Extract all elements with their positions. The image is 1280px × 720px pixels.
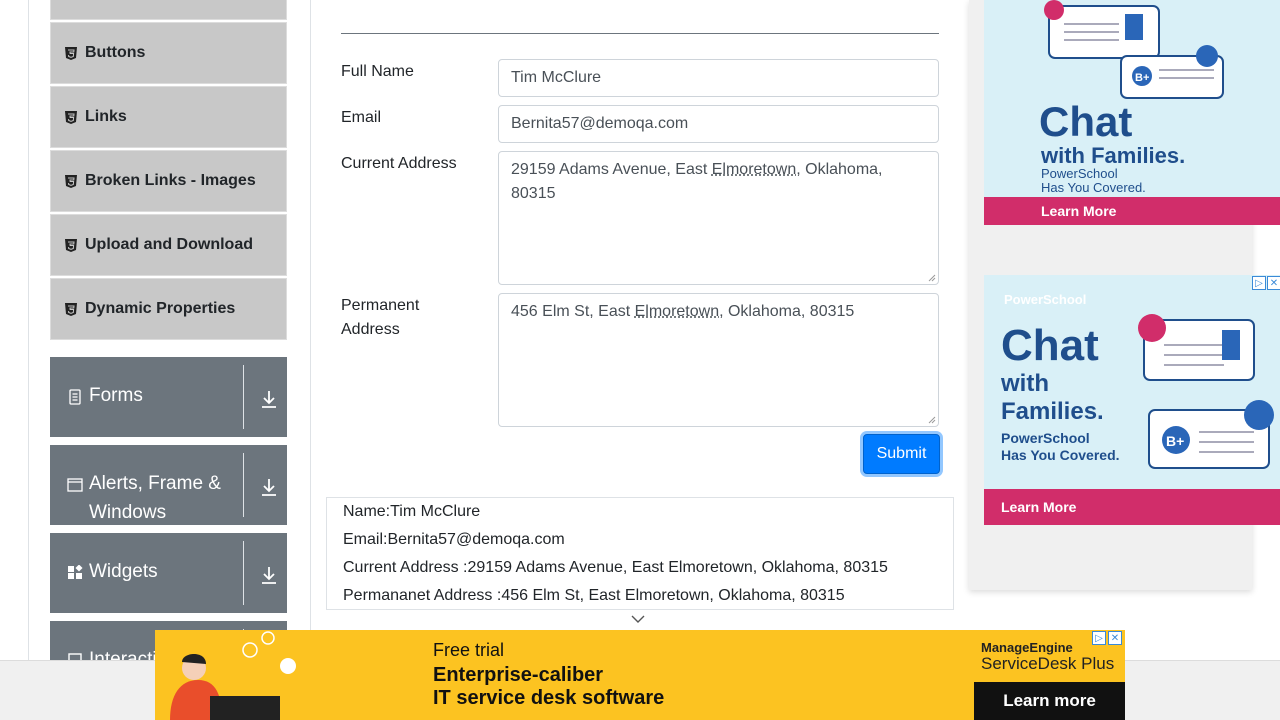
widgets-icon	[68, 565, 83, 579]
close-icon[interactable]: ✕	[1267, 276, 1280, 290]
ad-learn-more[interactable]: Learn More	[984, 489, 1280, 525]
chat-bubbles-illustration: B+	[1044, 0, 1224, 99]
sidebar-separator	[310, 0, 311, 660]
download-icon[interactable]	[260, 477, 278, 497]
output-permanent-address: Permananet Address :456 Elm St, East Elm…	[343, 587, 845, 604]
email-value: Bernita57@demoqa.com	[511, 115, 689, 132]
group-divider	[243, 541, 244, 605]
group-label: Widgets	[89, 561, 158, 582]
full-name-label: Full Name	[341, 63, 414, 80]
ad-tag2: Has You Covered.	[1001, 447, 1120, 463]
chevron-down-icon[interactable]	[631, 613, 645, 625]
download-icon[interactable]	[260, 389, 278, 409]
ad-powerschool-mid[interactable]: ▷ ✕ PowerSchool Chat with Families. Powe…	[984, 275, 1280, 525]
sidebar-item-upload-download[interactable]: Upload and Download	[50, 214, 287, 276]
submit-button[interactable]: Submit	[863, 434, 940, 474]
download-icon[interactable]	[260, 565, 278, 585]
html5-icon	[65, 238, 77, 252]
page-gutter-line	[28, 0, 29, 660]
ad-headline: Chat	[1001, 321, 1099, 370]
ad-brand1: ManageEngine	[981, 640, 1073, 655]
chat-bubbles-illustration: B+	[1138, 314, 1274, 469]
ad-sub2: Families.	[1001, 398, 1104, 425]
ad-brand: PowerSchool	[1004, 292, 1087, 307]
svg-text:B+: B+	[1135, 72, 1149, 84]
html5-icon	[65, 110, 77, 124]
group-divider	[243, 453, 244, 517]
ad-line3: IT service desk software	[433, 687, 665, 709]
sidebar-item-label: Dynamic Properties	[85, 300, 236, 317]
sidebar-item-label: Broken Links - Images	[85, 172, 256, 189]
permanent-address-text: , Oklahoma, 80315	[719, 303, 855, 320]
ad-learn-more-button[interactable]: Learn more	[974, 682, 1125, 720]
ad-tag2: Has You Covered.	[1041, 180, 1146, 195]
full-name-value: Tim McClure	[511, 69, 602, 86]
html5-icon	[65, 302, 77, 316]
window-icon	[67, 478, 83, 492]
ad-line1: Free trial	[433, 640, 505, 660]
sidebar-item-dynamic-properties[interactable]: Dynamic Properties	[50, 278, 287, 340]
email-label: Email	[341, 109, 382, 126]
ad-tag1: PowerSchool	[1001, 430, 1090, 446]
current-address-text: 29159 Adams Avenue, East	[511, 161, 712, 178]
interactions-icon	[68, 653, 82, 660]
sidebar-group-alerts[interactable]: Alerts, Frame & Windows	[50, 445, 287, 525]
form-header-divider	[341, 33, 939, 34]
sidebar-group-forms[interactable]: Forms	[50, 357, 287, 437]
resize-grip-icon[interactable]	[928, 416, 936, 424]
output-email: Email:Bernita57@demoqa.com	[343, 531, 565, 548]
ad-line2: Enterprise-caliber	[433, 664, 604, 686]
svg-text:B+: B+	[1166, 433, 1184, 449]
permanent-address-label: Permanent Address	[341, 297, 420, 338]
close-icon[interactable]: ✕	[1108, 631, 1122, 645]
sidebar-item-label: Buttons	[85, 44, 146, 61]
ad-learn-more[interactable]: Learn More	[984, 197, 1280, 225]
output-name: Name:Tim McClure	[343, 503, 481, 520]
spellcheck-word: Elmoretown	[711, 161, 797, 178]
output-panel: Name:Tim McClure Email:Bernita57@demoqa.…	[326, 497, 954, 610]
ad-headline: Chat	[1039, 98, 1133, 145]
person-laptop-illustration	[170, 631, 296, 720]
full-name-input[interactable]: Tim McClure	[498, 59, 939, 97]
email-input[interactable]: Bernita57@demoqa.com	[498, 105, 939, 143]
adchoices-icon[interactable]: ▷	[1252, 276, 1266, 290]
sidebar-item-links[interactable]: Links	[50, 86, 287, 148]
sidebar-item-label: Upload and Download	[85, 236, 253, 253]
permanent-address-textarea[interactable]: 456 Elm St, East Elmoretown, Oklahoma, 8…	[498, 293, 939, 427]
ad-brand2: ServiceDesk Plus	[981, 654, 1115, 673]
group-divider	[243, 365, 244, 429]
group-label: Forms	[89, 385, 143, 406]
group-label: Alerts, Frame & Windows	[89, 473, 221, 523]
ad-sub1: with	[1001, 370, 1049, 397]
permanent-address-text: 456 Elm St, East	[511, 303, 635, 320]
bottom-banner-ad[interactable]: Free trial Enterprise-caliber IT service…	[155, 630, 1125, 720]
sidebar-item-previous[interactable]	[50, 0, 287, 20]
adchoices-icon[interactable]: ▷	[1092, 631, 1106, 645]
ad-powerschool-top[interactable]: B+ Chat with Families. PowerSchool Has Y…	[984, 0, 1280, 225]
sidebar-item-label: Links	[85, 108, 127, 125]
html5-icon	[65, 46, 77, 60]
current-address-label: Current Address	[341, 155, 457, 172]
output-current-address: Current Address :29159 Adams Avenue, Eas…	[343, 559, 888, 576]
resize-grip-icon[interactable]	[928, 274, 936, 282]
sidebar-item-broken-links[interactable]: Broken Links - Images	[50, 150, 287, 212]
html5-icon	[65, 174, 77, 188]
spellcheck-word: Elmoretown	[634, 303, 720, 320]
ad-tag1: PowerSchool	[1041, 166, 1118, 181]
document-icon	[69, 389, 81, 405]
sidebar-group-widgets[interactable]: Widgets	[50, 533, 287, 613]
current-address-textarea[interactable]: 29159 Adams Avenue, East Elmoretown, Okl…	[498, 151, 939, 285]
sidebar-item-buttons[interactable]: Buttons	[50, 22, 287, 84]
